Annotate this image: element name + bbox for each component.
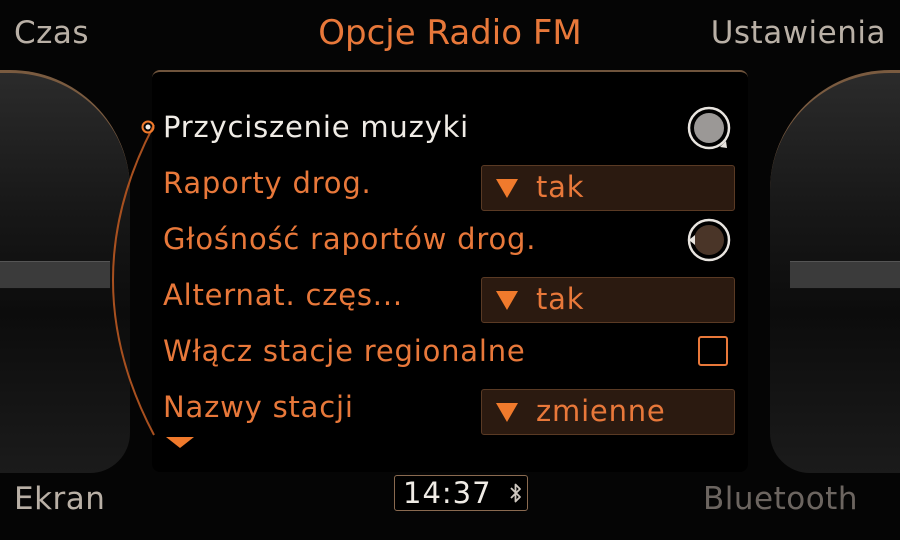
menu-item-nazwy-stacji[interactable]: Nazwy stacji zmienne (163, 384, 743, 435)
menu-item-label: Nazwy stacji (163, 390, 354, 424)
bezel-slot-right (790, 261, 900, 289)
clock-time: 14:37 (403, 476, 492, 510)
menu-item-label: Głośność raportów drog. (163, 222, 537, 256)
menu-item-przyciszenie-muzyki[interactable]: Przyciszenie muzyki (141, 104, 743, 154)
level-knob-icon[interactable] (687, 218, 731, 262)
menu-item-label: Alternat. częs... (163, 278, 403, 312)
menu-item-glosnosc-raportow[interactable]: Głośność raportów drog. (163, 216, 743, 266)
menu-item-wlacz-stacje-regionalne[interactable]: Włącz stacje regionalne (163, 328, 743, 378)
menu-item-label: Przyciszenie muzyki (163, 110, 470, 144)
scroll-arc (112, 124, 155, 436)
nazwy-stacji-dropdown[interactable]: zmienne (481, 389, 735, 435)
menu-item-alternat-czes[interactable]: Alternat. częs... tak (163, 272, 743, 323)
selection-indicator-icon (141, 120, 155, 134)
dropdown-value: zmienne (536, 394, 666, 428)
menu-item-raporty-drog[interactable]: Raporty drog. tak (163, 160, 743, 211)
menu-item-label: Włącz stacje regionalne (163, 334, 526, 368)
dropdown-arrow-icon (496, 179, 518, 198)
scroll-down-icon[interactable] (166, 437, 194, 448)
regional-stations-checkbox[interactable] (698, 336, 728, 366)
alternat-czes-dropdown[interactable]: tak (481, 277, 735, 323)
bezel-right (770, 70, 900, 473)
bluetooth-icon (510, 483, 521, 503)
softkey-ekran[interactable]: Ekran (14, 484, 105, 515)
menu-item-label: Raporty drog. (163, 166, 372, 200)
softkey-ustawienia[interactable]: Ustawienia (711, 18, 886, 49)
level-knob-icon[interactable] (687, 106, 731, 150)
softkey-bluetooth[interactable]: Bluetooth (703, 484, 858, 515)
dropdown-value: tak (536, 282, 585, 316)
dropdown-value: tak (536, 170, 585, 204)
dropdown-arrow-icon (496, 403, 518, 422)
status-clock: 14:37 (394, 475, 528, 511)
dropdown-arrow-icon (496, 291, 518, 310)
raporty-drog-dropdown[interactable]: tak (481, 165, 735, 211)
